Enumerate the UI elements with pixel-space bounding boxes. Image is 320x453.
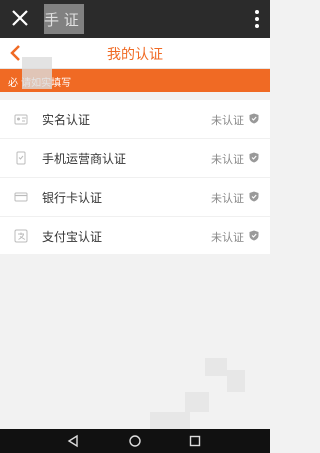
- cert-item-alipay[interactable]: 支付宝认证 未认证: [0, 217, 270, 256]
- cert-item-label: 实名认证: [42, 113, 91, 127]
- app-top-bar: 手 证: [0, 0, 270, 38]
- close-icon[interactable]: [10, 8, 30, 28]
- id-card-icon: [14, 114, 28, 125]
- more-vertical-icon[interactable]: [254, 8, 260, 30]
- system-recents-icon[interactable]: [188, 434, 202, 448]
- blurred-overlay: [22, 57, 52, 89]
- shield-check-icon: [249, 152, 259, 163]
- shield-check-icon: [249, 230, 259, 241]
- system-nav-bar: [0, 429, 270, 453]
- shield-check-icon: [249, 191, 259, 202]
- phone-icon: [16, 151, 26, 165]
- cert-status: 未认证: [211, 192, 244, 205]
- cert-item-realname[interactable]: 实名认证 未认证: [0, 100, 270, 139]
- notice-banner: 必 请如实填写: [0, 57, 270, 92]
- cert-status: 未认证: [211, 114, 244, 127]
- content-empty-area: [0, 254, 270, 434]
- blurred-overlay: [44, 4, 84, 34]
- system-home-icon[interactable]: [128, 434, 142, 448]
- cert-item-label: 支付宝认证: [42, 230, 103, 244]
- cert-status: 未认证: [211, 231, 244, 244]
- cert-item-label: 银行卡认证: [42, 191, 103, 205]
- pixel-artifact: [227, 370, 245, 392]
- cert-list: 实名认证 未认证 手机运营商认证 未认证 银行卡认证 未认证 支付宝认证 未认证: [0, 100, 270, 256]
- system-back-icon[interactable]: [66, 434, 80, 448]
- cert-status: 未认证: [211, 153, 244, 166]
- cert-item-bankcard[interactable]: 银行卡认证 未认证: [0, 178, 270, 217]
- shield-check-icon: [249, 113, 259, 124]
- pixel-artifact: [185, 392, 209, 412]
- bank-card-icon: [14, 192, 28, 202]
- alipay-icon: [14, 229, 28, 243]
- pixel-artifact: [205, 358, 227, 376]
- cert-item-label: 手机运营商认证: [42, 152, 127, 166]
- cert-item-carrier[interactable]: 手机运营商认证 未认证: [0, 139, 270, 178]
